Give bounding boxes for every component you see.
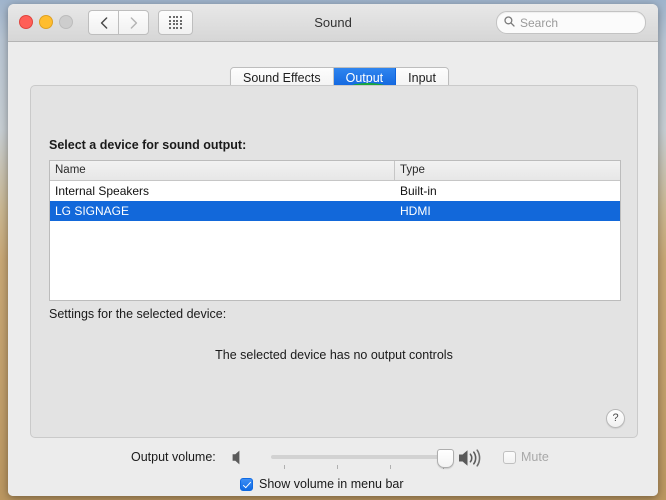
device-table[interactable]: Name Type Internal Speakers Built-in LG … xyxy=(49,160,621,301)
mute-control: Mute xyxy=(503,450,549,464)
output-volume-slider[interactable] xyxy=(264,446,454,472)
slider-track[interactable] xyxy=(271,455,445,459)
show-volume-label: Show volume in menu bar xyxy=(259,477,404,491)
output-settings-panel: Select a device for sound output: Name T… xyxy=(30,85,638,438)
table-row[interactable]: LG SIGNAGE HDMI xyxy=(50,201,620,221)
device-name: LG SIGNAGE xyxy=(55,204,130,218)
show-volume-checkbox[interactable] xyxy=(240,477,253,491)
panel-heading: Select a device for sound output: xyxy=(49,138,247,152)
speaker-mute-icon xyxy=(231,449,247,471)
sound-preferences-window: Sound Sound Effects Output Input Select … xyxy=(8,4,658,496)
speaker-loud-icon xyxy=(457,446,489,475)
slider-thumb[interactable] xyxy=(437,449,454,468)
column-header-name[interactable]: Name xyxy=(50,161,395,180)
show-volume-in-menu-bar-control[interactable]: Show volume in menu bar xyxy=(240,477,404,491)
column-header-type[interactable]: Type xyxy=(395,161,620,180)
mute-checkbox xyxy=(503,450,516,464)
window-titlebar: Sound xyxy=(8,4,658,42)
output-volume-row: Output volume: Mute xyxy=(8,446,658,472)
device-type: Built-in xyxy=(400,184,437,198)
table-row[interactable]: Internal Speakers Built-in xyxy=(50,181,620,201)
search-input[interactable] xyxy=(520,15,630,30)
settings-label: Settings for the selected device: xyxy=(49,307,227,321)
device-type: HDMI xyxy=(400,204,431,218)
table-header-row: Name Type xyxy=(50,161,620,181)
search-field[interactable] xyxy=(496,11,646,34)
slider-tick-marks xyxy=(284,465,444,469)
no-output-controls-message: The selected device has no output contro… xyxy=(215,348,453,362)
device-name: Internal Speakers xyxy=(55,184,150,198)
help-button[interactable]: ? xyxy=(606,409,625,428)
search-icon xyxy=(504,14,515,32)
preferences-content: Sound Effects Output Input Select a devi… xyxy=(8,42,658,496)
mute-label: Mute xyxy=(521,450,549,464)
output-volume-label: Output volume: xyxy=(131,450,216,464)
